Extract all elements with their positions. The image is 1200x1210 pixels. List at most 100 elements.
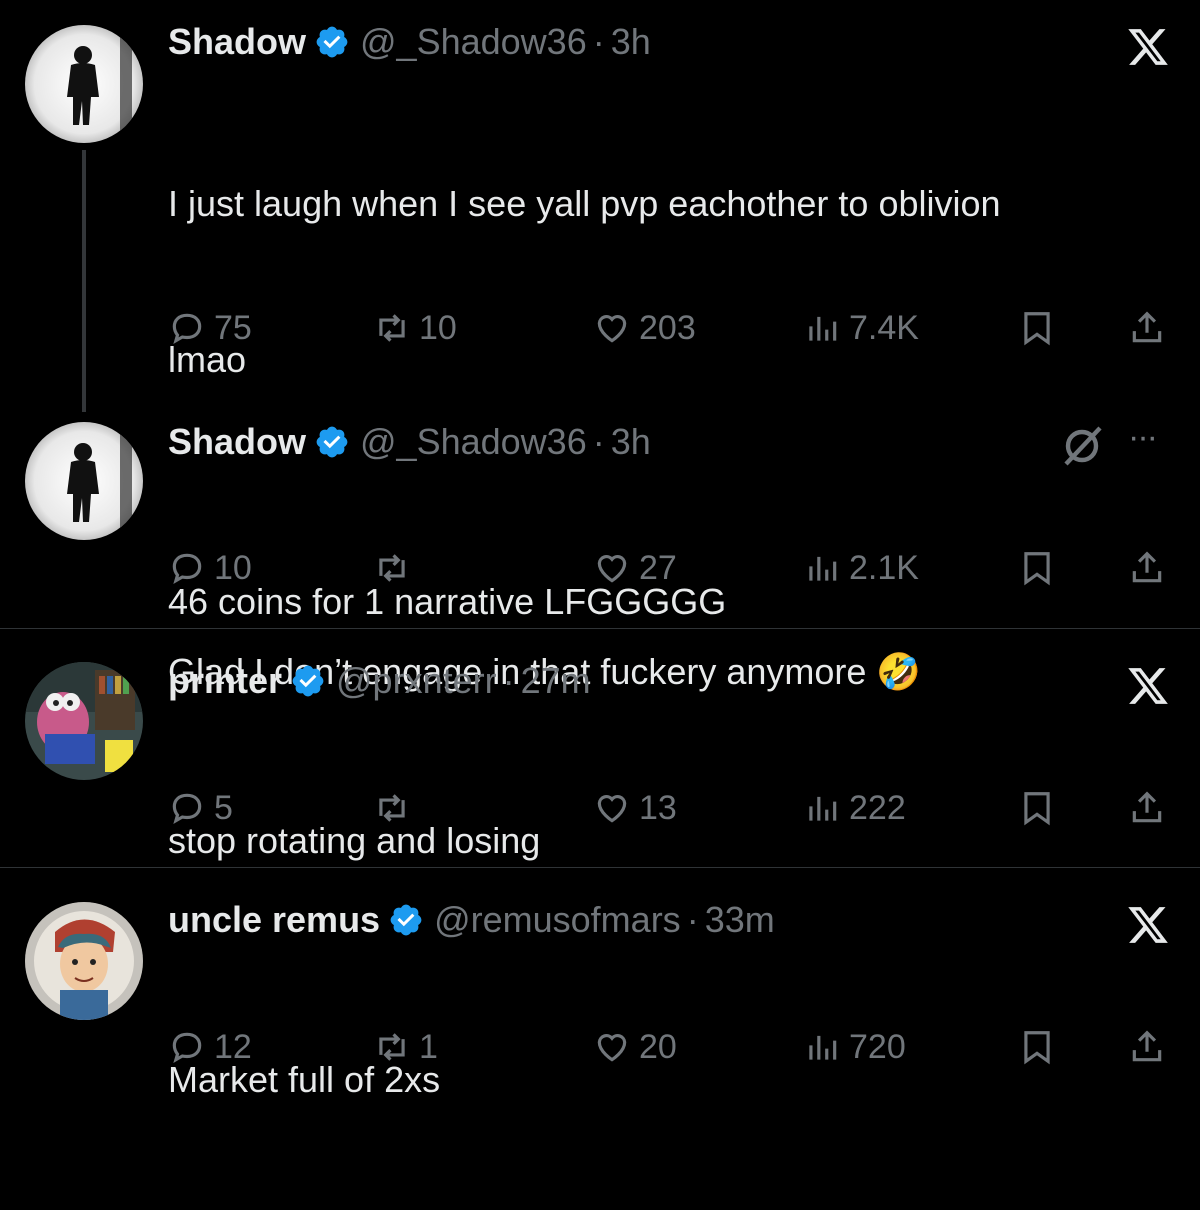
action-bar: 12 1 20 720 [168,1022,1178,1072]
reply-icon [172,1032,202,1063]
reply-count: 12 [214,1027,252,1066]
timestamp[interactable]: 27m [521,659,591,703]
heart-icon [597,555,627,583]
like-count: 20 [639,1027,677,1066]
share-button[interactable] [1128,1022,1174,1072]
separator-dot: · [502,660,515,701]
tweet-1[interactable]: Shadow @_Shadow36 · 3h I just laugh when… [0,0,1200,692]
user-handle[interactable]: @prxnterr [336,659,497,703]
reply-button[interactable]: 75 [168,303,252,353]
verified-badge-icon [316,426,348,458]
like-count: 13 [639,788,677,827]
bookmark-button[interactable] [1018,303,1064,353]
reply-icon [172,313,202,344]
reply-icon [172,793,202,824]
retweet-count: 1 [419,1027,438,1066]
tweet-text-line: I just laugh when I see yall pvp eachoth… [168,183,1001,224]
reply-count: 10 [214,548,252,587]
tweet-2[interactable]: Shadow @_Shadow36 · 3h ··· 46 coins for … [0,400,1200,628]
reply-button[interactable]: 5 [168,783,233,833]
share-icon [1132,1030,1162,1062]
avatar-shadow[interactable] [25,25,143,143]
views-chart-icon [809,796,837,821]
like-button[interactable]: 20 [593,1022,677,1072]
timestamp[interactable]: 3h [611,20,651,64]
share-icon [1132,311,1162,343]
avatar-shadow[interactable] [25,422,143,540]
x-logo-icon [1128,668,1168,704]
reply-count: 75 [214,308,252,347]
separator-dot: · [592,421,605,462]
retweet-icon [379,554,405,582]
bookmark-icon [1024,312,1050,346]
grok-icon[interactable] [1058,422,1106,470]
retweet-icon [379,794,405,822]
view-count: 7.4K [849,308,919,347]
thread-line [82,150,86,412]
views-button[interactable]: 2.1K [803,543,919,593]
views-chart-icon [809,1035,837,1060]
like-button[interactable]: 203 [593,303,696,353]
reply-button[interactable]: 12 [168,1022,252,1072]
bookmark-button[interactable] [1018,543,1064,593]
display-name[interactable]: Shadow [168,420,306,464]
timestamp[interactable]: 33m [705,898,775,942]
share-icon [1132,791,1162,823]
views-button[interactable]: 720 [803,1022,906,1072]
retweet-button[interactable]: 1 [373,1022,438,1072]
share-button[interactable] [1128,303,1174,353]
avatar-uncle-remus[interactable] [25,902,143,1020]
view-count: 2.1K [849,548,919,587]
retweet-count: 10 [419,308,457,347]
bookmark-icon [1024,792,1050,826]
views-button[interactable]: 222 [803,783,906,833]
timestamp[interactable]: 3h [611,420,651,464]
tweet-header: uncle remus @remusofmars · 33m [168,898,775,942]
more-options-button[interactable]: ··· [1128,418,1158,457]
views-chart-icon [809,316,837,341]
like-count: 203 [639,308,696,347]
views-chart-icon [809,556,837,581]
view-count: 222 [849,788,906,827]
retweet-button[interactable]: 10 [373,303,457,353]
user-handle[interactable]: @_Shadow36 [360,20,587,64]
avatar-printer[interactable] [25,662,143,780]
verified-badge-icon [390,904,422,936]
separator-dot: · [592,21,605,62]
reply-icon [172,553,202,584]
display-name[interactable]: uncle remus [168,898,380,942]
reply-count: 5 [214,788,233,827]
tweet-header: printer @prxnterr · 27m [168,659,591,703]
retweet-button[interactable] [373,543,419,593]
action-bar: 10 27 2.1K [168,543,1178,593]
heart-icon [597,795,627,823]
x-logo-icon [1128,29,1168,65]
tweet-3[interactable]: printer @prxnterr · 27m stop rotating an… [0,629,1200,867]
display-name[interactable]: Shadow [168,20,306,64]
view-count: 720 [849,1027,906,1066]
user-handle[interactable]: @remusofmars [434,898,681,942]
like-button[interactable]: 13 [593,783,677,833]
verified-badge-icon [316,26,348,58]
verified-badge-icon [292,665,324,697]
like-button[interactable]: 27 [593,543,677,593]
heart-icon [597,1034,627,1062]
tweet-text: Market full of 2xs [168,950,1158,1210]
tweet-4[interactable]: uncle remus @remusofmars · 33m Market fu… [0,868,1200,1103]
reply-button[interactable]: 10 [168,543,252,593]
user-handle[interactable]: @_Shadow36 [360,420,587,464]
x-logo-icon [1128,907,1168,943]
action-bar: 5 13 222 [168,783,1178,833]
action-bar: 75 10 203 7.4K [168,303,1178,353]
display-name[interactable]: printer [168,659,282,703]
heart-icon [597,315,627,343]
views-button[interactable]: 7.4K [803,303,919,353]
bookmark-icon [1024,552,1050,586]
like-count: 27 [639,548,677,587]
retweet-icon [379,1033,405,1061]
bookmark-button[interactable] [1018,1022,1064,1072]
share-button[interactable] [1128,783,1174,833]
retweet-button[interactable] [373,783,419,833]
share-button[interactable] [1128,543,1174,593]
bookmark-button[interactable] [1018,783,1064,833]
